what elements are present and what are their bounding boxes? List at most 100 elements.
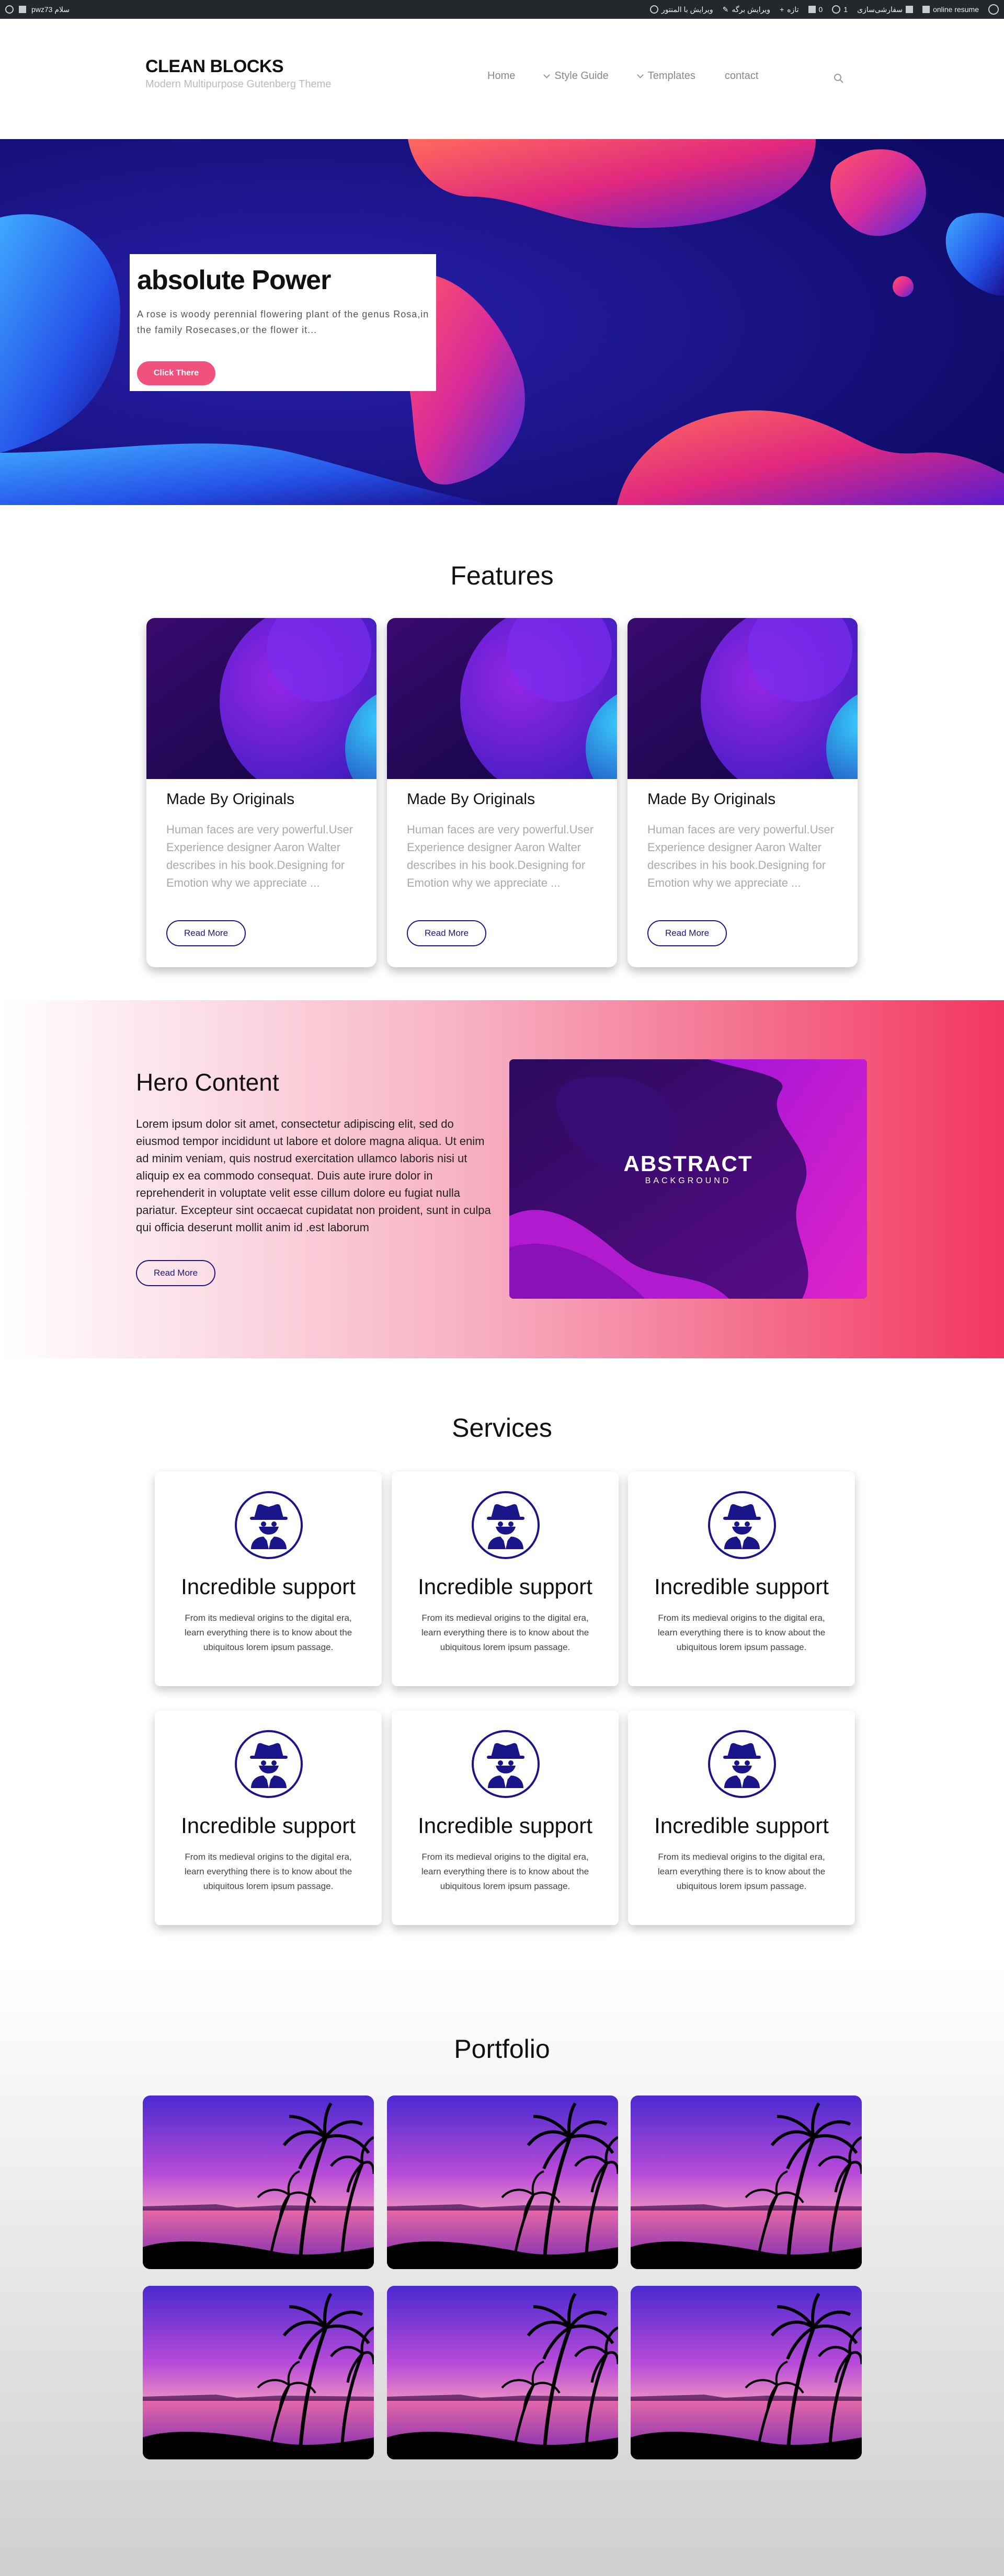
admin-site-name[interactable]: online resume — [922, 5, 979, 14]
incognito-agent-icon — [235, 1730, 303, 1798]
sunset-palm-image — [143, 2096, 374, 2269]
abstract-image: ABSTRACT BACKGROUND — [509, 1059, 867, 1299]
nav-item-label: Style Guide — [554, 70, 609, 82]
sunset-palm-image — [143, 2286, 374, 2459]
portfolio-item[interactable] — [143, 2096, 374, 2269]
service-text: From its medieval origins to the digital… — [421, 1852, 589, 1891]
home-icon — [922, 6, 930, 13]
nav-item-templates[interactable]: Templates — [636, 70, 695, 82]
nav-item-label: Templates — [647, 70, 695, 82]
service-title: Incredible support — [181, 1813, 356, 1838]
services-title: Services — [452, 1413, 552, 1442]
hero-banner: absolute Power A rose is woody perennial… — [0, 139, 1004, 505]
feature-card: Made By Originals Human faces are very p… — [146, 618, 376, 967]
service-text: From its medieval origins to the digital… — [184, 1613, 352, 1652]
feature-text: Human faces are very powerful.User Exper… — [166, 823, 353, 889]
read-more-button[interactable]: Read More — [166, 920, 246, 946]
portfolio-item[interactable] — [387, 2096, 618, 2269]
nav-item-label: Home — [487, 70, 516, 82]
feature-card: Made By Originals Human faces are very p… — [387, 618, 617, 967]
plus-icon: + — [780, 5, 784, 14]
portfolio-item[interactable] — [387, 2286, 618, 2459]
service-text: From its medieval origins to the digital… — [421, 1613, 589, 1652]
read-more-button[interactable]: Read More — [407, 920, 486, 946]
admin-edit-page-label: ویرایش برگه — [732, 5, 771, 14]
service-card: Incredible support From its medieval orig… — [155, 1711, 382, 1925]
nav-item-style-guide[interactable]: Style Guide — [543, 70, 609, 82]
hero-text: A rose is woody perennial flowering plan… — [137, 309, 429, 335]
admin-updates-count: 1 — [843, 5, 848, 14]
incognito-agent-icon — [708, 1730, 776, 1798]
portfolio-section: Portfolio — [0, 1966, 1004, 2576]
hero-content-section: Hero Content Lorem ipsum dolor sit amet,… — [0, 1000, 1004, 1358]
service-card: Incredible support From its medieval orig… — [628, 1711, 855, 1925]
site-tagline: Modern Multipurpose Gutenberg Theme — [145, 78, 332, 90]
portfolio-title: Portfolio — [454, 2034, 550, 2064]
search-icon[interactable] — [834, 73, 844, 84]
service-card: Incredible support From its medieval orig… — [628, 1472, 855, 1686]
site-logo[interactable]: CLEAN BLOCKS — [145, 56, 284, 77]
admin-edit-page[interactable]: ✎ ویرایش برگه — [723, 5, 770, 14]
feature-title: Made By Originals — [647, 791, 776, 808]
service-title: Incredible support — [654, 1813, 829, 1838]
nav-item-label: contact — [724, 70, 759, 82]
service-title: Incredible support — [654, 1574, 829, 1599]
comment-icon — [808, 6, 816, 13]
brush-icon — [906, 6, 914, 13]
feature-text: Human faces are very powerful.User Exper… — [647, 823, 835, 889]
service-text: From its medieval origins to the digital… — [657, 1852, 826, 1891]
incognito-agent-icon — [708, 1491, 776, 1559]
nav-item-contact[interactable]: contact — [725, 70, 758, 82]
chevron-down-icon — [543, 71, 551, 78]
nav-item-home[interactable]: Home — [487, 70, 515, 82]
portfolio-item[interactable] — [143, 2286, 374, 2459]
updates-icon — [832, 5, 841, 14]
chevron-down-icon — [636, 71, 644, 78]
incognito-agent-icon — [235, 1491, 303, 1559]
admin-comments-count: 0 — [818, 5, 823, 14]
abstract-image-title: ABSTRACT — [623, 1151, 753, 1176]
admin-edit-elementor-label: ویرایش با المنتور — [661, 5, 713, 14]
hero-cta-button[interactable]: Click There — [137, 361, 215, 385]
feature-image — [387, 618, 617, 779]
admin-bar: pwz73 سلام online resume سفارشی‌سازی 1 0… — [0, 0, 1004, 19]
sunset-palm-image — [387, 2286, 618, 2459]
read-more-button[interactable]: Read More — [136, 1260, 215, 1286]
admin-comments[interactable]: 0 — [808, 5, 823, 14]
incognito-agent-icon — [472, 1730, 540, 1798]
admin-edit-elementor[interactable]: ویرایش با المنتور — [649, 5, 713, 14]
feature-image — [146, 618, 376, 779]
service-card: Incredible support From its medieval orig… — [392, 1472, 619, 1686]
admin-customize[interactable]: سفارشی‌سازی — [857, 5, 914, 14]
site-icon — [19, 6, 26, 13]
incognito-agent-icon — [472, 1491, 540, 1559]
user-icon[interactable] — [5, 5, 14, 14]
service-card: Incredible support From its medieval orig… — [392, 1711, 619, 1925]
wordpress-icon[interactable] — [988, 4, 999, 15]
features-title: Features — [450, 561, 554, 590]
main-nav: Home Style Guide Templates contact — [487, 70, 758, 82]
service-text: From its medieval origins to the digital… — [657, 1613, 826, 1652]
admin-new-label: تازه — [787, 5, 799, 14]
hero-title: absolute Power — [137, 265, 331, 295]
portfolio-item[interactable] — [631, 2096, 862, 2269]
admin-site-name-label: online resume — [933, 5, 979, 14]
feature-image — [628, 618, 858, 779]
admin-new[interactable]: + تازه — [780, 5, 798, 14]
feature-text: Human faces are very powerful.User Exper… — [407, 823, 594, 889]
read-more-button[interactable]: Read More — [647, 920, 727, 946]
portfolio-item[interactable] — [631, 2286, 862, 2459]
elementor-icon — [649, 5, 658, 14]
hero-content-text: Lorem ipsum dolor sit amet, consectetur … — [136, 1117, 491, 1234]
sunset-palm-image — [631, 2286, 862, 2459]
feature-title: Made By Originals — [407, 791, 535, 808]
abstract-image-subtitle: BACKGROUND — [645, 1176, 732, 1185]
admin-site-label[interactable]: pwz73 سلام — [31, 5, 70, 14]
service-text: From its medieval origins to the digital… — [184, 1852, 352, 1891]
pencil-icon: ✎ — [722, 5, 729, 14]
admin-updates[interactable]: 1 — [832, 5, 848, 14]
admin-customize-label: سفارشی‌سازی — [857, 5, 903, 14]
site-header: CLEAN BLOCKS Modern Multipurpose Gutenbe… — [0, 19, 1004, 139]
service-title: Incredible support — [181, 1574, 356, 1599]
sunset-palm-image — [631, 2096, 862, 2269]
